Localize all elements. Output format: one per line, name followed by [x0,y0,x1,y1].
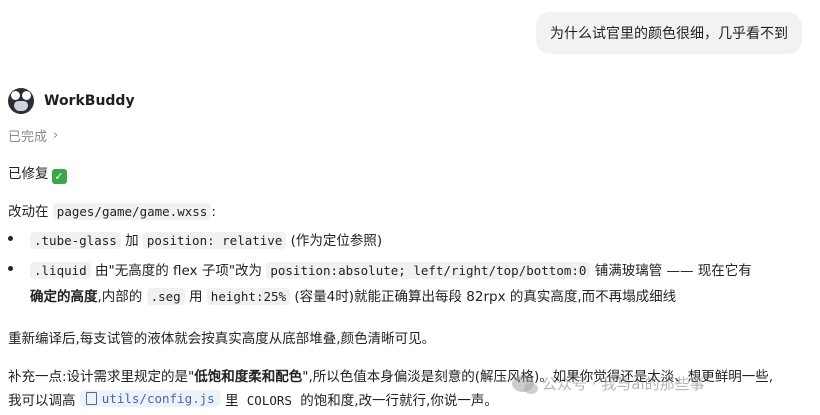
bullet-dot [8,266,13,271]
list-text: (作为定位参照) [290,233,383,249]
bold-text: 低饱和度柔和配色 [194,369,303,385]
inline-code: .liquid [30,262,91,279]
inline-code: height:25% [206,288,291,305]
inline-code: position: relative [142,232,287,249]
wechat-icon [512,375,538,394]
agent-header: WorkBuddy [8,88,135,114]
list-text: ,内部的 [97,289,143,305]
file-link-text: utils/config.js [101,391,215,406]
changed-in-prefix: 改动在 [8,204,49,220]
fixed-text: 已修复 [8,166,49,182]
list-item-liquid-line2: 确定的高度,内部的 .seg 用 height:25% (容量4时)就能正确算出… [30,285,676,305]
inline-code: position:absolute; left/right/top/bottom… [266,262,591,279]
list-text: 加 [125,233,139,249]
list-item-liquid-line1: .liquid 由"无高度的 flex 子项"改为 position:absol… [30,259,752,279]
watermark-text: 公众号 · 我与ai的那些事 [542,375,705,393]
para-text: 里 [224,393,239,409]
agent-avatar-icon [8,88,34,114]
bullet-dot [8,236,13,241]
file-icon [85,392,97,405]
para-text: 我可以调高 [8,393,76,409]
paragraph-recompile: 重新编译后,每支试管的液体就会按真实高度从底部堆叠,颜色清晰可见。 [8,331,436,347]
list-text: 由"无高度的 flex 子项"改为 [94,263,263,279]
user-message-bubble: 为什么试官里的颜色很细，几乎看不到 [536,12,802,54]
list-text: 用 [189,289,203,305]
task-status-label: 已完成 [8,130,48,145]
para-text: 的饱和度,改一行就行,你说一声。 [300,393,498,409]
changed-file-code: pages/game/game.wxss [52,203,212,220]
list-text: 铺满玻璃管 —— 现在它有 [594,263,752,279]
changed-in-line: 改动在 pages/game/game.wxss: [8,200,216,220]
check-mark-icon: ✓ [51,169,67,184]
inline-code: .seg [146,288,185,305]
user-message-text: 为什么试官里的颜色很细，几乎看不到 [550,26,788,42]
file-link-config[interactable]: utils/config.js [79,390,221,407]
para-text: 补充一点:设计需求里规定的是" [8,369,195,385]
reply-fixed-line: 已修复 ✓ [8,162,67,184]
bold-text: 确定的高度 [30,289,98,305]
paragraph-supplement-line2: 我可以调高 utils/config.js 里 COLORS 的饱和度,改一行就… [8,389,498,409]
task-status-toggle[interactable]: 已完成 › [8,126,58,145]
inline-code: COLORS [246,393,292,408]
list-item-tube-glass: .tube-glass 加 position: relative (作为定位参照… [30,229,382,249]
changed-suffix: : [211,204,216,220]
chevron-right-icon: › [53,128,59,143]
agent-name: WorkBuddy [44,93,135,109]
inline-code: .tube-glass [30,232,121,249]
list-text: (容量4时)就能正确算出每段 82rpx 的真实高度,而不再塌成细线 [294,289,677,305]
watermark: 公众号 · 我与ai的那些事 [512,373,705,394]
